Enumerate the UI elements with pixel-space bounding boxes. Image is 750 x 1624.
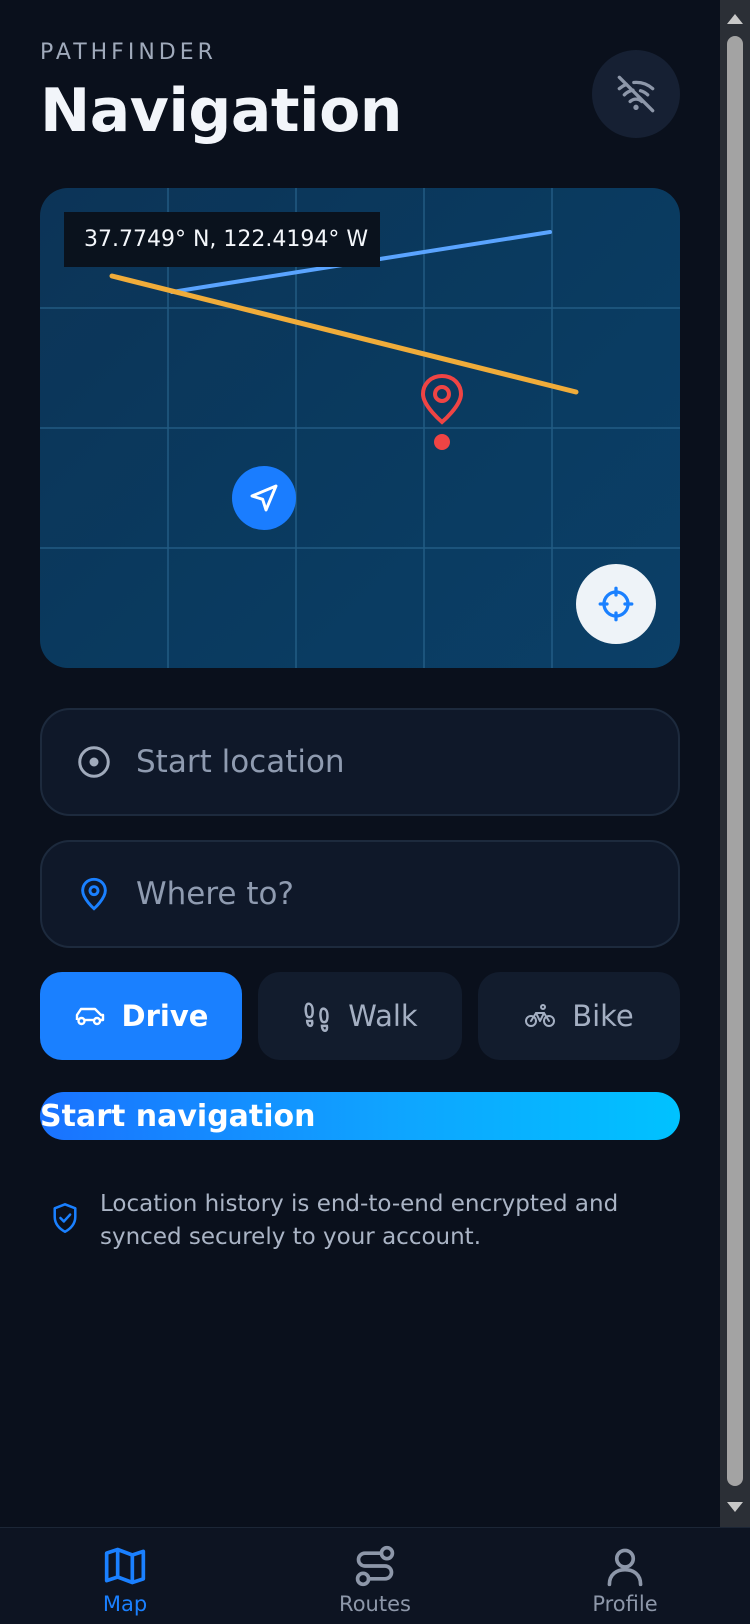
mode-walk-label: Walk [348,999,418,1033]
scroll-down-arrow-icon[interactable] [727,1502,743,1512]
scrollbar[interactable] [720,0,750,1527]
scroll-thumb[interactable] [727,36,743,1486]
mode-bike-button[interactable]: Bike [478,972,680,1060]
app-name: PATHFINDER [40,40,217,65]
destination-pin-icon[interactable] [418,372,466,454]
profile-icon [607,1548,643,1587]
map-icon [104,1547,146,1585]
tab-routes-label: Routes [339,1592,411,1616]
encryption-notice-text: Location history is end-to-end encrypted… [100,1191,619,1250]
destination-input[interactable] [136,876,656,912]
recenter-button[interactable] [576,564,656,644]
tab-profile-label: Profile [592,1592,658,1616]
mode-drive-button[interactable]: Drive [40,972,242,1060]
shield-check-icon [53,1203,77,1233]
start-location-input[interactable] [136,744,656,780]
bike-icon [524,1002,556,1030]
scroll-up-arrow-icon[interactable] [727,14,743,24]
tab-map-label: Map [102,1592,148,1616]
encryption-notice: Location history is end-to-end encrypted… [50,1188,670,1254]
destination-field[interactable] [40,840,680,948]
navigation-arrow-icon [250,484,278,512]
footprints-icon [302,1000,332,1032]
mode-bike-label: Bike [572,999,634,1033]
start-location-field[interactable] [40,708,680,816]
wifi-off-icon [617,75,655,113]
crosshair-icon [598,586,634,622]
bottom-tab-bar: Map Routes Profile [0,1527,750,1624]
location-pin-icon [74,874,114,914]
map-view[interactable]: 37.7749° N, 122.4194° W [40,188,680,668]
car-icon [74,1003,106,1029]
page-title: Navigation [40,76,403,146]
current-position-marker [232,466,296,530]
app-screen: PATHFINDER Navigation 37.7749° N, 122.41… [0,0,720,1527]
start-navigation-button[interactable]: Start navigation [40,1092,680,1140]
coordinates-label: 37.7749° N, 122.4194° W [64,212,380,267]
offline-toggle-button[interactable] [592,50,680,138]
tab-profile[interactable]: Profile [550,1544,700,1616]
mode-walk-button[interactable]: Walk [258,972,462,1060]
routes-icon [355,1545,395,1587]
route-alternate-line [109,273,579,395]
origin-dot-icon [74,742,114,782]
tab-map[interactable]: Map [50,1544,200,1616]
tab-routes[interactable]: Routes [300,1544,450,1616]
mode-drive-label: Drive [121,999,209,1033]
